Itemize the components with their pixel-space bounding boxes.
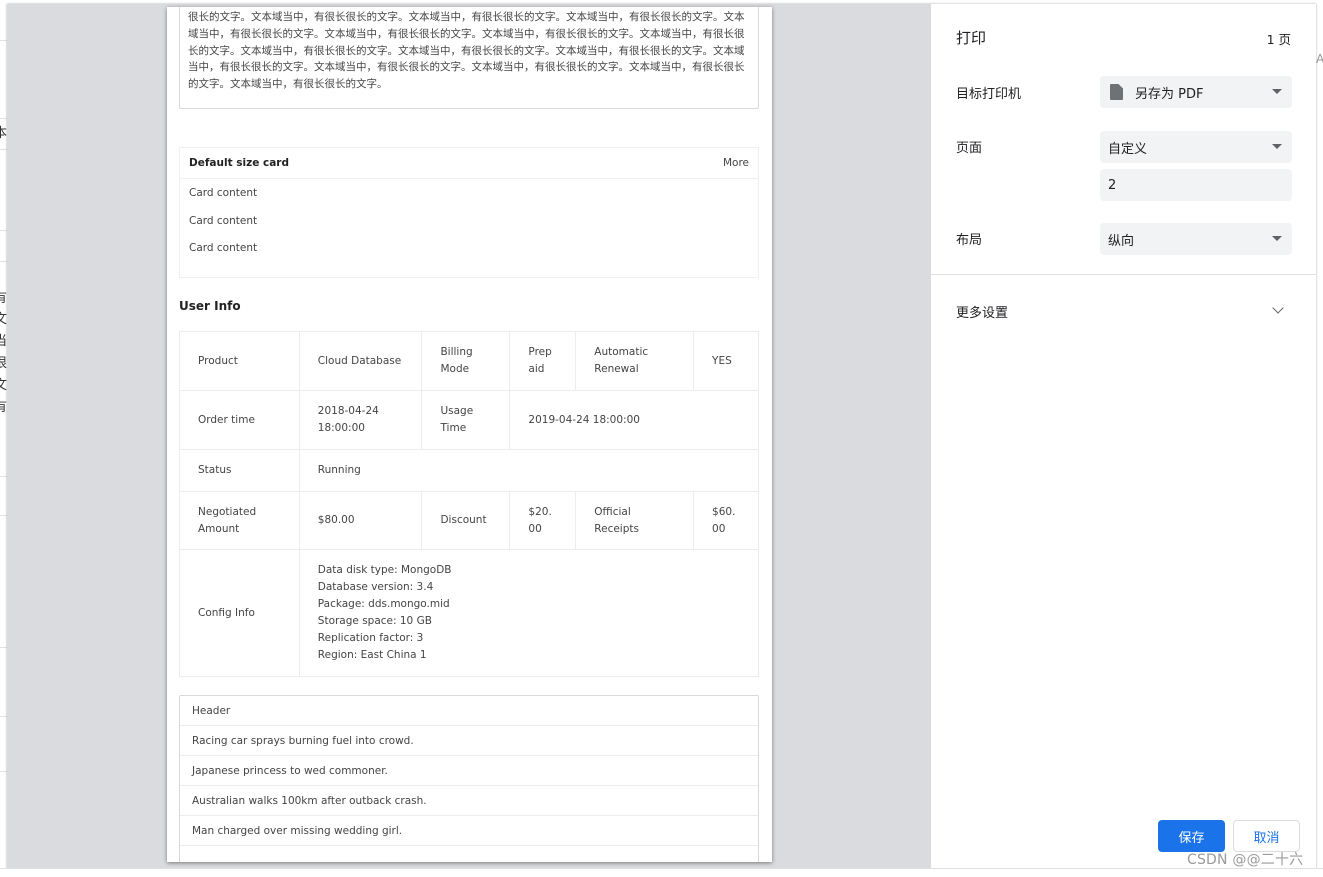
negotiated-amount-value: $80.00 (298, 491, 423, 550)
table-row: Status Running (179, 449, 760, 492)
print-dialog: 很长的文字。文本域当中，有很长很长的文字。文本域当中，有很长很长的文字。文本域当… (7, 4, 1316, 868)
chevron-down-icon (1272, 89, 1282, 94)
background-glyph: 本 (0, 126, 8, 141)
config-line: Data disk type: MongoDB (317, 564, 452, 576)
negotiated-amount-label: Negotiated Amount (179, 491, 300, 550)
background-glyph: 很 (0, 356, 8, 371)
table-row: Order time 2018-04-24 18:00:00 Usage Tim… (179, 390, 759, 450)
expand-chevron-icon[interactable] (1272, 302, 1284, 314)
background-glyph: 有 (0, 291, 8, 306)
chevron-down-icon (1272, 236, 1282, 241)
watermark: CSDN @@二十六 (1187, 852, 1304, 868)
product-value: Cloud Database (298, 331, 423, 391)
news-list: Header Racing car sprays burning fuel in… (179, 695, 759, 862)
order-time-label: Order time (179, 390, 300, 450)
layout-select[interactable]: 纵向 (1100, 223, 1292, 255)
preview-page: 很长的文字。文本域当中，有很长很长的文字。文本域当中，有很长很长的文字。文本域当… (167, 7, 772, 862)
background-glyph: 文 (0, 378, 8, 393)
save-button[interactable]: 保存 (1158, 820, 1225, 852)
card-content-line: Card content (189, 187, 258, 199)
config-line: Database version: 3.4 (317, 581, 434, 593)
product-label: Product (179, 331, 300, 391)
discount-value: $20.00 (509, 491, 577, 550)
list-item: Japanese princess to wed commoner. (180, 756, 758, 786)
discount-label: Discount (421, 491, 511, 550)
list-item: Man charged over missing wedding girl. (180, 816, 758, 846)
usage-time-value: 2019-04-24 18:00:00 (509, 390, 759, 450)
config-line: Storage space: 10 GB (317, 615, 432, 627)
table-row: Negotiated Amount $80.00 Discount $20.00… (179, 491, 759, 550)
print-settings-panel: 打印 1 页 目标打印机 另存为 PDF 页面 自定义 布局 纵向 更多设置 保… (931, 4, 1316, 868)
list-item: Racing car sprays burning fuel into crow… (180, 726, 758, 756)
automatic-renewal-label: Automatic Renewal (575, 331, 695, 391)
card-title: Default size card (189, 157, 289, 169)
card-more-link: More (722, 157, 749, 169)
background-edge-text: Ap (1316, 52, 1323, 66)
layout-value: 纵向 (1108, 233, 1135, 249)
config-info-label: Config Info (179, 549, 300, 677)
official-receipts-value: $60.00 (693, 491, 759, 550)
config-line: Region: East China 1 (317, 649, 427, 661)
background-glyph: 当 (0, 334, 8, 349)
config-info-value: Data disk type: MongoDB Database version… (298, 549, 760, 677)
user-info-table: Product Cloud Database Billing Mode Prep… (179, 331, 760, 677)
background-glyph: 文 (0, 312, 8, 327)
destination-value: 另存为 PDF (1135, 86, 1204, 102)
pages-label: 页面 (956, 141, 983, 156)
layout-label: 布局 (956, 233, 983, 248)
preview-textarea: 很长的文字。文本域当中，有很长很长的文字。文本域当中，有很长很长的文字。文本域当… (179, 7, 759, 109)
document-icon (1110, 84, 1123, 100)
pages-value: 自定义 (1108, 141, 1148, 157)
status-value: Running (298, 449, 760, 492)
chevron-down-icon (1272, 144, 1282, 149)
config-line: Package: dds.mongo.mid (317, 598, 450, 610)
destination-select[interactable]: 另存为 PDF (1100, 76, 1292, 108)
billing-mode-label: Billing Mode (421, 331, 511, 391)
status-label: Status (179, 449, 300, 492)
pages-select[interactable]: 自定义 (1100, 131, 1292, 163)
divider (931, 274, 1316, 275)
preview-card: Default size card More Card content Card… (179, 147, 759, 278)
order-time-value: 2018-04-24 18:00:00 (298, 390, 423, 450)
background-page-bottom (0, 868, 1323, 877)
cancel-button[interactable]: 取消 (1233, 820, 1300, 852)
table-row: Product Cloud Database Billing Mode Prep… (179, 331, 759, 391)
list-item: Australian walks 100km after outback cra… (180, 786, 758, 816)
background-glyph: 有 (0, 400, 8, 415)
official-receipts-label: Official Receipts (575, 491, 695, 550)
user-info-title: User Info (179, 299, 241, 313)
print-title: 打印 (956, 29, 987, 47)
config-line: Replication factor: 3 (317, 632, 424, 644)
destination-label: 目标打印机 (956, 87, 1022, 102)
custom-pages-input[interactable] (1100, 169, 1292, 201)
card-content-line: Card content (189, 214, 258, 227)
card-body: Card content Card content Card content (180, 179, 758, 278)
automatic-renewal-value: YES (693, 331, 759, 391)
page-count: 1 页 (1266, 32, 1291, 47)
usage-time-label: Usage Time (421, 390, 511, 450)
table-row: Config Info Data disk type: MongoDB Data… (179, 549, 760, 677)
card-header: Default size card More (180, 148, 758, 179)
more-settings-toggle[interactable]: 更多设置 (956, 302, 1008, 321)
background-page-right-edge: Ap (1316, 0, 1323, 877)
print-preview-area[interactable]: 很长的文字。文本域当中，有很长很长的文字。文本域当中，有很长很长的文字。文本域当… (7, 4, 931, 868)
list-header: Header (180, 696, 758, 726)
card-content-line: Card content (189, 242, 258, 254)
billing-mode-value: Prepaid (509, 331, 577, 391)
